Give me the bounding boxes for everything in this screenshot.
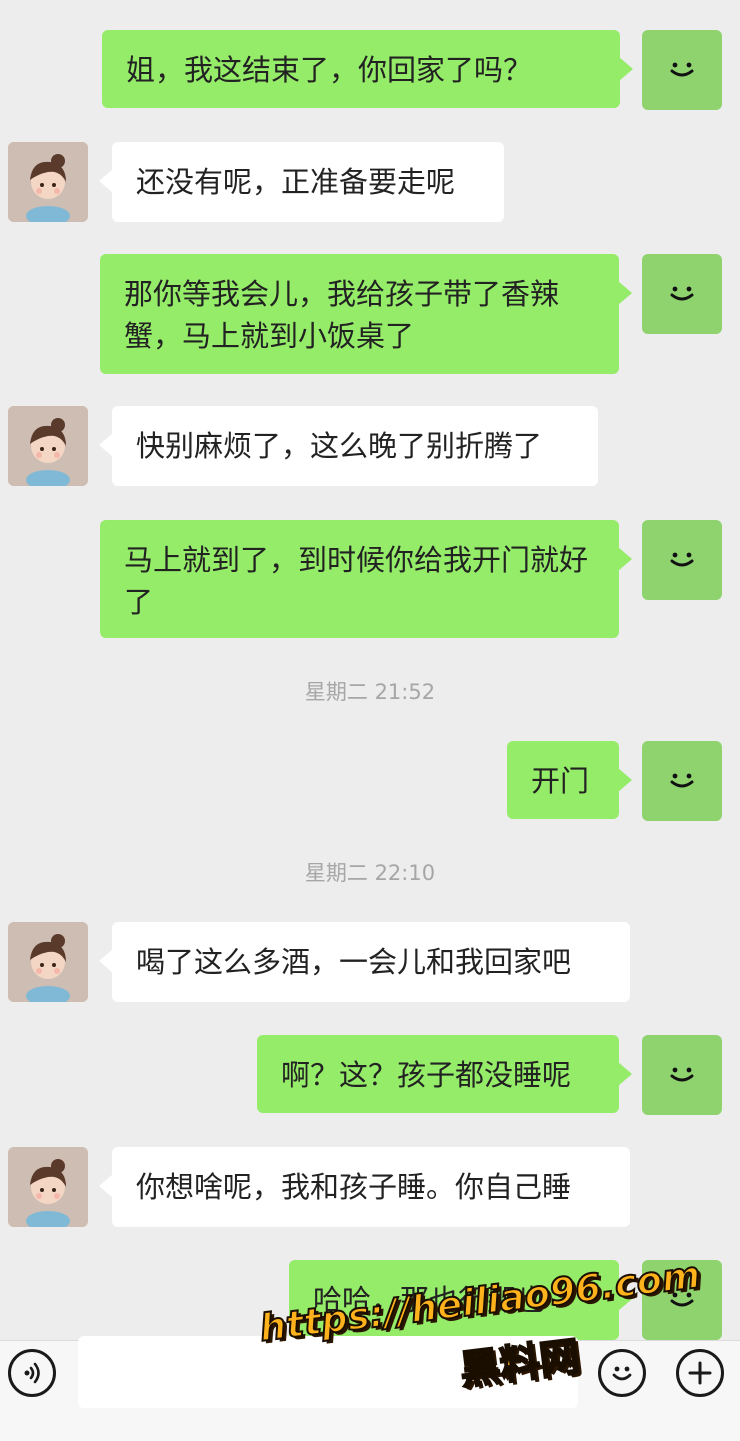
contact-avatar[interactable]	[8, 1147, 88, 1227]
self-avatar[interactable]	[642, 741, 722, 821]
my-message-bubble[interactable]: 那你等我会儿，我给孩子带了香辣蟹，马上就到小饭桌了	[100, 254, 632, 374]
message-text: 马上就到了，到时候你给我开门就好了	[124, 543, 589, 619]
smile-avatar-icon	[670, 773, 694, 788]
emoji-icon	[612, 1366, 632, 1381]
smile-avatar-icon	[670, 1292, 694, 1307]
self-avatar[interactable]	[642, 254, 722, 334]
plus-button[interactable]	[676, 1349, 724, 1397]
contact-avatar[interactable]	[8, 922, 88, 1002]
message-text: 开门	[531, 764, 590, 798]
voice-icon	[24, 1362, 40, 1384]
contact-avatar[interactable]	[8, 406, 88, 486]
timestamp: 星期二 21:52	[304, 680, 436, 704]
message-text: 喝了这么多酒，一会儿和我回家吧	[136, 945, 572, 979]
my-message-bubble[interactable]: 啊？这？孩子都没睡呢	[257, 1035, 632, 1113]
my-message-bubble[interactable]: 姐，我这结束了，你回家了吗？	[102, 30, 633, 108]
message-text: 姐，我这结束了，你回家了吗？	[126, 53, 533, 87]
girl-avatar-icon	[8, 1147, 88, 1227]
voice-button[interactable]	[8, 1349, 56, 1397]
their-message-bubble[interactable]: 快别麻烦了，这么晚了别折腾了	[99, 406, 598, 486]
my-message-bubble[interactable]: 马上就到了，到时候你给我开门就好了	[100, 520, 632, 638]
message-text: 你想啥呢，我和孩子睡。你自己睡	[136, 1170, 572, 1204]
smile-avatar-icon	[670, 286, 694, 301]
girl-avatar-icon	[8, 922, 88, 1002]
message-input[interactable]	[78, 1336, 578, 1408]
girl-avatar-icon	[8, 142, 88, 222]
timestamp: 星期二 22:10	[304, 861, 436, 885]
chat-area[interactable]: 姐，我这结束了，你回家了吗？ 还没有呢，正准备要走呢 那你等我会儿，我给孩子带了…	[0, 0, 740, 1340]
message-text: 那你等我会儿，我给孩子带了香辣蟹，马上就到小饭桌了	[124, 277, 560, 353]
their-message-bubble[interactable]: 喝了这么多酒，一会儿和我回家吧	[99, 922, 630, 1002]
smile-avatar-icon	[670, 62, 694, 77]
girl-avatar-icon	[8, 406, 88, 486]
message-text: 还没有呢，正准备要走呢	[136, 165, 456, 199]
emoji-button[interactable]	[598, 1349, 646, 1397]
self-avatar[interactable]	[642, 520, 722, 600]
their-message-bubble[interactable]: 你想啥呢，我和孩子睡。你自己睡	[99, 1147, 630, 1227]
self-avatar[interactable]	[642, 1035, 722, 1115]
message-text: 啊？这？孩子都没睡呢	[281, 1058, 572, 1092]
contact-avatar[interactable]	[8, 142, 88, 222]
self-avatar[interactable]	[642, 1260, 722, 1340]
message-text: 哈哈，那也行那也	[313, 1283, 546, 1317]
my-message-bubble[interactable]: 哈哈，那也行那也	[289, 1260, 632, 1340]
message-text: 快别麻烦了，这么晚了别折腾了	[136, 429, 543, 463]
self-avatar[interactable]	[642, 30, 722, 110]
smile-avatar-icon	[670, 552, 694, 567]
plus-icon	[688, 1361, 712, 1385]
my-message-bubble[interactable]: 开门	[507, 741, 632, 819]
smile-avatar-icon	[670, 1067, 694, 1082]
their-message-bubble[interactable]: 还没有呢，正准备要走呢	[99, 142, 504, 222]
